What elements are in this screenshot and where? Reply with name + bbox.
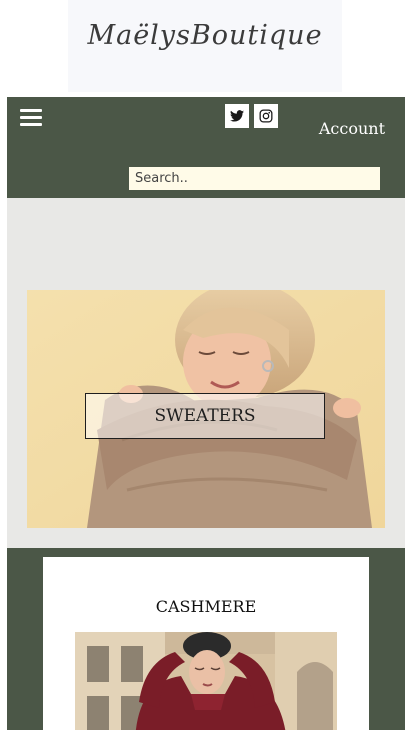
logo-text: MaëlysBoutique	[87, 20, 323, 51]
product-card[interactable]: CASHMERE	[43, 557, 369, 730]
featured-section: CASHMERE	[7, 548, 405, 730]
hero-image[interactable]: SWEATERS	[27, 290, 385, 528]
top-nav: Account	[7, 97, 405, 198]
instagram-icon[interactable]	[254, 104, 278, 128]
logo[interactable]: MaëlysBoutique	[68, 0, 342, 92]
hero-section: SWEATERS	[7, 198, 405, 548]
hero-category-button[interactable]: SWEATERS	[85, 393, 325, 439]
menu-icon[interactable]	[20, 109, 42, 127]
twitter-icon[interactable]	[225, 104, 249, 128]
account-link[interactable]: Account	[319, 119, 385, 138]
logo-bar: MaëlysBoutique	[0, 0, 411, 97]
search-input[interactable]	[129, 167, 380, 190]
card-title: CASHMERE	[155, 597, 257, 616]
cashmere-photo	[75, 632, 337, 730]
cashmere-model-image[interactable]	[75, 632, 337, 730]
